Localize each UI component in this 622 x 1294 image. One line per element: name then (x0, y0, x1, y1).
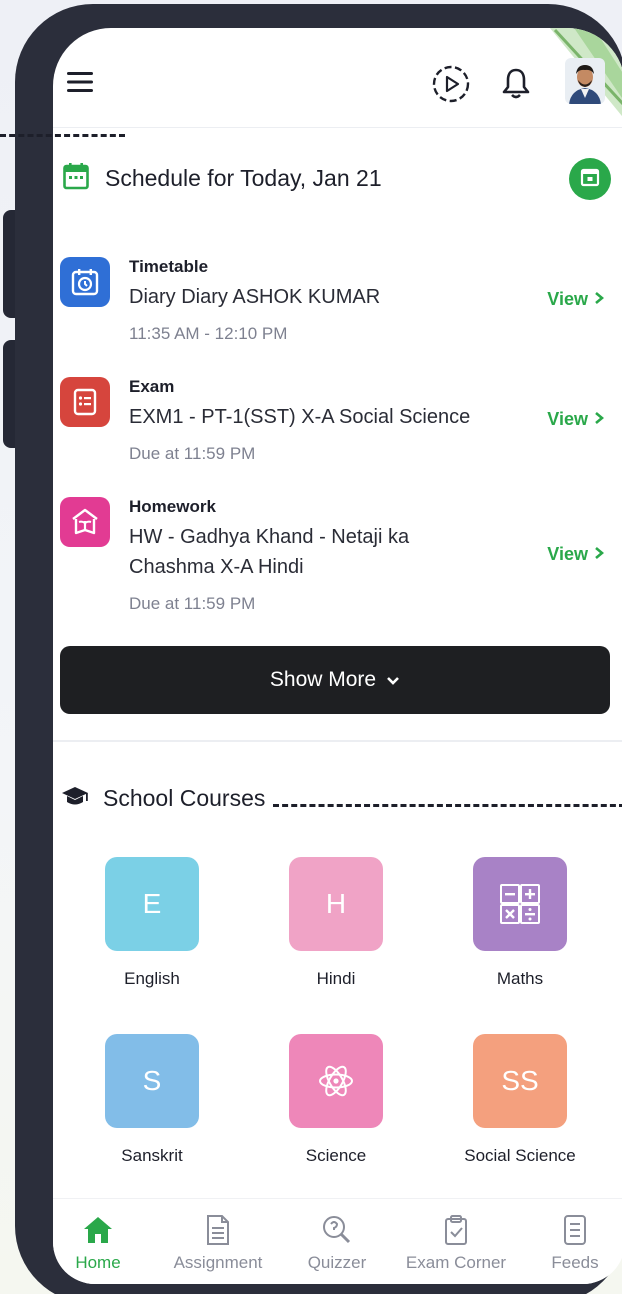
bell-icon[interactable] (501, 66, 531, 100)
calendar-icon (63, 162, 89, 195)
course-sanskrit[interactable]: S Sanskrit (77, 1034, 227, 1166)
feeds-icon (515, 1213, 622, 1247)
show-more-label: Show More (269, 668, 377, 691)
nav-quizzer[interactable]: Quizzer (277, 1213, 397, 1273)
courses-header: School Courses (61, 780, 622, 816)
section-divider (53, 740, 622, 742)
course-tile: E (105, 857, 199, 951)
calendar-button[interactable] (569, 158, 611, 200)
item-type: Homework (129, 497, 216, 516)
view-label: View (547, 544, 588, 564)
course-tile: H (289, 857, 383, 951)
home-icon (53, 1213, 158, 1247)
calendar-icon (580, 167, 600, 192)
calendar-clock-icon (60, 257, 110, 307)
course-tile: S (105, 1034, 199, 1128)
item-time: Due at 11:59 PM (129, 594, 256, 613)
view-label: View (547, 409, 588, 429)
nav-label: Quizzer (307, 1253, 367, 1272)
graduation-cap-icon (61, 785, 89, 812)
chevron-right-icon (594, 544, 605, 565)
phone-frame: Schedule for Today, Jan 21 Timetable Dia… (15, 4, 622, 1294)
chevron-right-icon (594, 409, 605, 430)
schedule-item-timetable[interactable]: Timetable Diary Diary ASHOK KUMAR 11:35 … (60, 257, 612, 347)
user-avatar[interactable] (565, 58, 605, 104)
item-time: 11:35 AM - 12:10 PM (129, 324, 288, 343)
view-label: View (547, 289, 588, 309)
course-name: Hindi (316, 969, 356, 988)
item-description: HW - Gadhya Khand - Netaji ka Chashma X-… (129, 526, 410, 578)
hamburger-menu-icon[interactable] (67, 70, 95, 94)
schedule-item-exam[interactable]: Exam EXM1 - PT-1(SST) X-A Social Science… (60, 377, 612, 467)
course-name: Science (305, 1146, 367, 1165)
app-screen: Schedule for Today, Jan 21 Timetable Dia… (53, 28, 622, 1284)
play-circle-icon[interactable] (431, 64, 471, 104)
item-description: Diary Diary ASHOK KUMAR (129, 286, 381, 308)
nav-label: Feeds (551, 1253, 599, 1272)
chevron-down-icon (386, 668, 400, 692)
view-button[interactable]: View (547, 409, 605, 430)
nav-label: Home (75, 1253, 121, 1272)
course-name: Maths (496, 969, 544, 988)
atom-icon (289, 1034, 383, 1128)
course-hindi[interactable]: H Hindi (261, 857, 411, 989)
courses-title: School Courses (103, 784, 266, 811)
course-english[interactable]: E English (77, 857, 227, 989)
schedule-item-homework[interactable]: Homework HW - Gadhya Khand - Netaji ka C… (60, 497, 612, 617)
course-tile: SS (473, 1034, 567, 1128)
nav-home[interactable]: Home (53, 1213, 158, 1273)
nav-label: Assignment (173, 1253, 263, 1272)
chevron-right-icon (594, 289, 605, 310)
schedule-title: Schedule for Today, Jan 21 (105, 164, 382, 191)
course-social-science[interactable]: SS Social Science (445, 1034, 595, 1166)
item-type: Timetable (129, 257, 209, 276)
quiz-icon (277, 1213, 397, 1247)
calculator-icon (473, 857, 567, 951)
top-app-bar (53, 28, 622, 128)
course-name: English (124, 969, 180, 988)
course-name: Sanskrit (121, 1146, 183, 1165)
book-house-icon (60, 497, 110, 547)
view-button[interactable]: View (547, 289, 605, 310)
show-more-button[interactable]: Show More (60, 646, 610, 714)
bottom-navigation: Home Assignment Quizzer Exam Corner Feed… (53, 1198, 622, 1284)
schedule-header: Schedule for Today, Jan 21 (63, 158, 615, 200)
document-icon (158, 1213, 278, 1247)
decorative-dash (273, 803, 622, 807)
nav-feeds[interactable]: Feeds (515, 1213, 622, 1273)
exam-list-icon (60, 377, 110, 427)
course-science[interactable]: Science (261, 1034, 411, 1166)
nav-assignment[interactable]: Assignment (158, 1213, 278, 1273)
item-type: Exam (129, 377, 175, 396)
item-description: EXM1 - PT-1(SST) X-A Social Science (129, 406, 471, 428)
nav-exam-corner[interactable]: Exam Corner (396, 1213, 516, 1273)
view-button[interactable]: View (547, 544, 605, 565)
nav-label: Exam Corner (405, 1253, 507, 1272)
item-time: Due at 11:59 PM (129, 444, 256, 463)
course-maths[interactable]: Maths (445, 857, 595, 989)
decorative-dash (0, 134, 125, 137)
clipboard-check-icon (396, 1213, 516, 1247)
course-name: Social Science (464, 1146, 576, 1165)
